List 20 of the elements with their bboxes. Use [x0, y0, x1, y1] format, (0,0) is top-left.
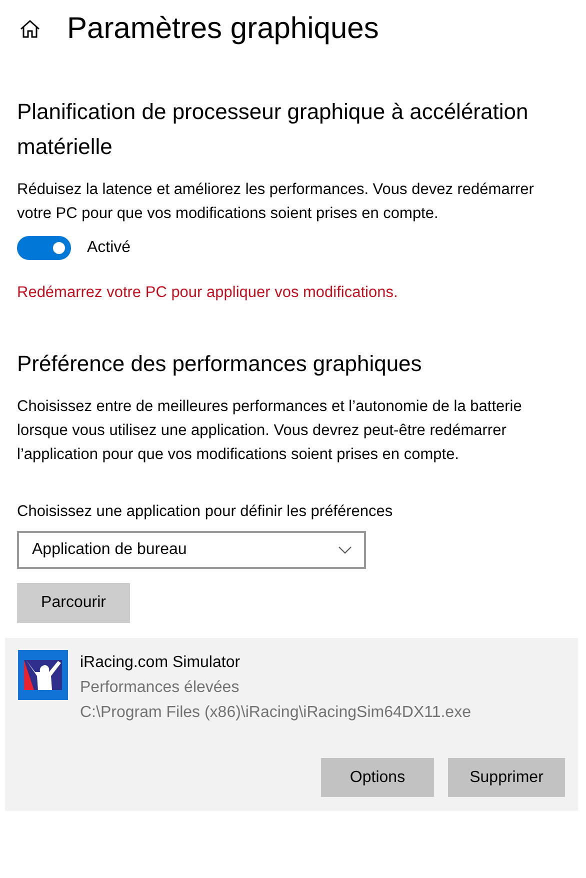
app-logo-icon [18, 650, 68, 700]
section-description: Choisissez entre de meilleures performances et l’autonomie de la batterie lorsque vous utilisez une application. Vous devrez peut-être redémarrer l’application pour que vos modifications soient prises en compte. [17, 397, 523, 465]
app-path: C:\Program Files (x86)\iRacing\iRacingSim64DX11.exe [80, 703, 471, 723]
toggle-label: Activé [87, 239, 131, 257]
home-icon[interactable] [19, 18, 41, 40]
app-action-button[interactable]: Supprimer [448, 758, 565, 797]
app-list-item[interactable]: iRacing.com Simulator Performances élevées C:\Program Files (x86)\iRacing\iRacingSim64DX11.exe Options Supprimer [5, 638, 578, 811]
app-name: iRacing.com Simulator [80, 653, 242, 673]
app-preference: Performances élevées [80, 678, 240, 698]
dropdown-label: Choisissez une application pour définir les préférences [17, 503, 394, 521]
section-description: Réduisez la latence et améliorez les performances. Vous devez redémarrer votre PC pour que vos modifications soient prises en compte. [17, 180, 535, 224]
app-action-button[interactable]: Options [321, 758, 434, 797]
browse-button[interactable]: Parcourir [17, 583, 130, 623]
chevron-down-icon [338, 546, 352, 554]
section-heading: Planification de processeur graphique à accélération matérielle [17, 98, 530, 161]
page-title: Paramètres graphiques [67, 11, 379, 47]
restart-warning: Redémarrez votre PC pour appliquer vos modifications. [17, 284, 399, 302]
app-type-dropdown[interactable]: Application de bureau [17, 531, 366, 569]
section-heading: Préférence des performances graphiques [17, 350, 423, 378]
toggle-switch[interactable] [17, 236, 71, 260]
